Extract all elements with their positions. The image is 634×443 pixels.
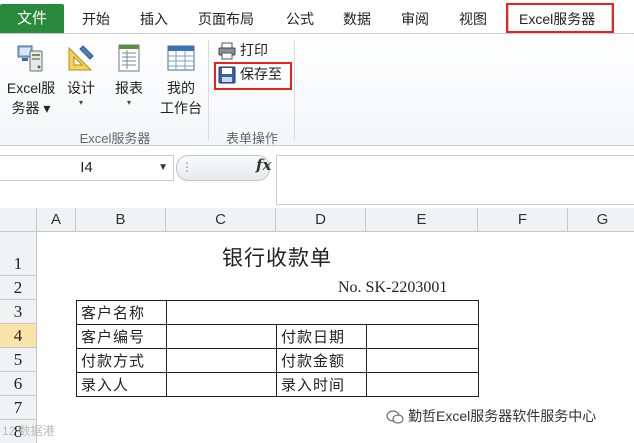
workspace-icon [167,45,195,71]
sheet-title: 银行收款单 [222,247,332,270]
spreadsheet-grid: A B C D E F G 1 2 3 4 5 6 7 8 银行收款单 No. … [0,208,634,443]
select-all-corner[interactable] [0,208,37,232]
table-row: 客户编号 付款日期 [76,324,479,349]
my-workspace-label-1: 我的 [167,80,195,96]
group-label-form-ops: 表单操作 [225,131,278,146]
my-workspace-button[interactable]: 我的 工作台 [156,42,206,118]
form-value-cell[interactable] [366,324,479,349]
group-label-excel-server: Excel服务器 [79,131,151,146]
form-value-cell[interactable] [166,300,479,325]
faint-watermark: 12 数据港 [2,424,55,438]
form-label: 付款日期 [276,324,367,349]
tab-excel-server[interactable]: Excel服务器 [506,3,614,33]
form-value-cell[interactable] [166,348,277,373]
tab-home[interactable]: 开始 [82,8,110,30]
formula-controls: ⋮ fx [176,155,276,181]
form-label: 付款方式 [76,348,167,373]
excel-server-button[interactable]: Excel服 务器 ▾ [2,42,60,118]
wechat-icon [386,410,404,424]
column-header[interactable]: C [166,208,276,232]
resize-handle-icon[interactable]: ⋮ [181,160,193,174]
column-header[interactable]: B [76,208,166,232]
design-icon [68,45,94,71]
save-to-highlight-box [214,62,292,90]
ribbon-tab-bar: 文件 开始 插入 页面布局 公式 数据 审阅 视图 Excel服务器 [0,0,634,34]
group-divider [294,40,295,140]
form-label: 付款金额 [276,348,367,373]
watermark: 勤哲Excel服务器软件服务中心 [386,406,596,426]
excel-server-label-2: 务器 ▾ [11,100,51,116]
my-workspace-label-2: 工作台 [160,100,202,116]
tab-view[interactable]: 视图 [459,8,487,30]
report-label: 报表 [115,80,143,96]
tab-formulas[interactable]: 公式 [286,8,314,30]
form-label: 客户名称 [76,300,167,325]
row-header[interactable]: 5 [0,348,37,372]
column-header[interactable]: D [276,208,366,232]
table-row: 客户名称 [76,300,479,325]
row-header[interactable]: 6 [0,372,37,396]
tab-page-layout[interactable]: 页面布局 [198,8,254,30]
row-header[interactable]: 2 [0,276,37,300]
name-box[interactable]: I4 ▼ [0,155,174,181]
column-header[interactable]: G [568,208,634,232]
receipt-form-table: 客户名称 客户编号 付款日期 付款方式 付款金额 录入人 录入时间 [76,300,479,397]
column-header[interactable]: F [478,208,568,232]
row-header-selected[interactable]: 4 [0,324,37,348]
design-button[interactable]: 设计 ▾ [60,42,102,108]
tab-data[interactable]: 数据 [343,8,371,30]
column-header[interactable]: A [37,208,76,232]
server-icon [17,45,43,72]
row-header[interactable]: 7 [0,396,37,420]
form-value-cell[interactable] [166,324,277,349]
group-divider [208,40,209,140]
print-label: 打印 [240,42,268,58]
document-number: No. SK-2203001 [338,279,448,296]
excel-server-label-1: Excel服 [6,80,56,96]
column-header[interactable]: E [366,208,478,232]
insert-function-icon[interactable]: fx [256,156,271,174]
name-box-value: I4 [80,159,93,176]
formula-input[interactable] [276,155,634,205]
form-label: 录入时间 [276,372,367,397]
printer-icon [218,42,236,60]
row-header[interactable]: 1 [0,232,37,276]
form-value-cell[interactable] [366,372,479,397]
row-header[interactable]: 3 [0,300,37,324]
table-row: 付款方式 付款金额 [76,348,479,373]
watermark-text: 勤哲Excel服务器软件服务中心 [408,408,597,424]
tab-excel-server-label: Excel服务器 [519,11,596,27]
print-button[interactable]: 打印 [218,38,268,62]
ribbon-panel: Excel服 务器 ▾ 设计 ▾ 报表 ▾ 我的 工作台 Excel服务器 打印… [0,33,634,146]
report-icon [118,44,140,72]
form-label: 录入人 [76,372,167,397]
tab-file[interactable]: 文件 [0,4,64,34]
formula-bar: I4 ▼ ⋮ fx [0,153,634,206]
table-row: 录入人 录入时间 [76,372,479,397]
form-value-cell[interactable] [166,372,277,397]
form-value-cell[interactable] [366,348,479,373]
tab-review[interactable]: 审阅 [401,8,429,30]
tab-insert[interactable]: 插入 [140,8,168,30]
design-label: 设计 [67,80,95,96]
chevron-down-icon: ▾ [126,98,131,107]
form-label: 客户编号 [76,324,167,349]
chevron-down-icon: ▾ [78,98,83,107]
report-button[interactable]: 报表 ▾ [108,42,150,108]
chevron-down-icon[interactable]: ▼ [158,156,168,180]
